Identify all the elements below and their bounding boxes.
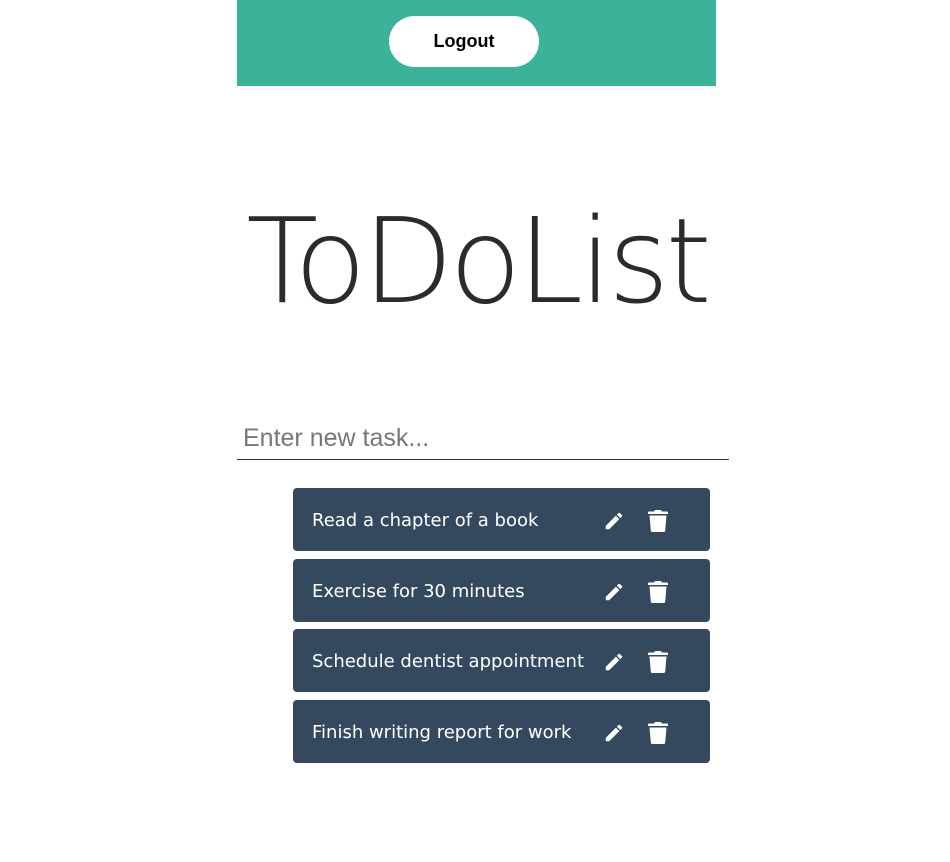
task-text: Read a chapter of a book — [312, 510, 539, 531]
delete-task-button[interactable] — [646, 509, 670, 533]
pencil-icon — [605, 512, 623, 530]
trash-icon — [648, 722, 668, 744]
task-item: Finish writing report for work — [293, 700, 710, 763]
pencil-icon — [605, 583, 623, 601]
edit-task-button[interactable] — [602, 509, 626, 533]
task-list: Read a chapter of a book Exercise for 30… — [293, 488, 710, 771]
edit-task-button[interactable] — [602, 721, 626, 745]
page-title: ToDoList — [246, 192, 712, 330]
delete-task-button[interactable] — [646, 650, 670, 674]
task-item: Read a chapter of a book — [293, 488, 710, 551]
trash-icon — [648, 581, 668, 603]
logout-button[interactable]: Logout — [389, 16, 539, 67]
pencil-icon — [605, 653, 623, 671]
pencil-icon — [605, 724, 623, 742]
task-text: Finish writing report for work — [312, 722, 572, 743]
edit-task-button[interactable] — [602, 650, 626, 674]
delete-task-button[interactable] — [646, 721, 670, 745]
task-item: Schedule dentist appointment — [293, 629, 710, 692]
task-text: Schedule dentist appointment — [312, 651, 584, 672]
task-item: Exercise for 30 minutes — [293, 559, 710, 622]
trash-icon — [648, 510, 668, 532]
trash-icon — [648, 651, 668, 673]
new-task-input[interactable] — [237, 418, 729, 460]
delete-task-button[interactable] — [646, 580, 670, 604]
edit-task-button[interactable] — [602, 580, 626, 604]
top-bar: Logout — [237, 0, 716, 86]
task-text: Exercise for 30 minutes — [312, 581, 525, 602]
